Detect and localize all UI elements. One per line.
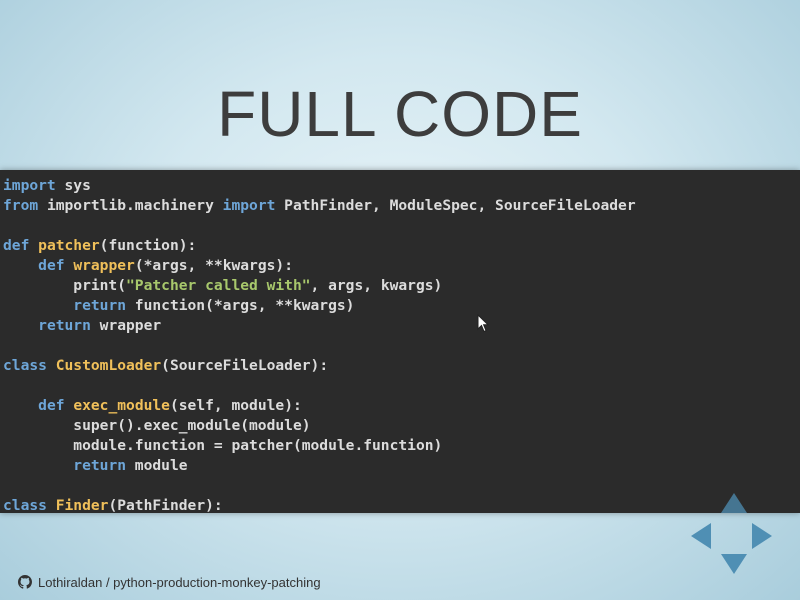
code-line: def patcher(function): (3, 237, 197, 254)
nav-left-arrow-icon[interactable] (691, 523, 711, 549)
slide-navigation (688, 490, 778, 580)
code-line: from importlib.machinery import PathFind… (3, 197, 636, 214)
code-line: print("Patcher called with", args, kwarg… (3, 277, 443, 294)
code-line: class Finder(PathFinder): (3, 497, 223, 513)
nav-up-arrow-icon[interactable] (721, 493, 747, 513)
code-block: import sys from importlib.machinery impo… (0, 170, 800, 513)
code-line: def exec_module(self, module): (38, 397, 302, 414)
code-line: return module (73, 457, 188, 474)
github-icon (18, 575, 32, 589)
nav-down-arrow-icon[interactable] (721, 554, 747, 574)
code-line: module.function = patcher(module.functio… (3, 437, 443, 454)
code-content: import sys from importlib.machinery impo… (0, 170, 800, 513)
code-line: super().exec_module(module) (3, 417, 311, 434)
code-line: return function(*args, **kwargs) (73, 297, 355, 314)
code-line: return wrapper (38, 317, 162, 334)
nav-right-arrow-icon[interactable] (752, 523, 772, 549)
footer-repo-text: Lothiraldan / python-production-monkey-p… (38, 574, 321, 590)
code-line: import sys (3, 177, 91, 194)
footer-repo-link[interactable]: Lothiraldan / python-production-monkey-p… (18, 572, 321, 592)
code-line: class CustomLoader(SourceFileLoader): (3, 357, 329, 374)
code-line: def wrapper(*args, **kwargs): (38, 257, 293, 274)
mouse-pointer-icon (477, 314, 489, 333)
slide-title: FULL CODE (217, 78, 583, 150)
